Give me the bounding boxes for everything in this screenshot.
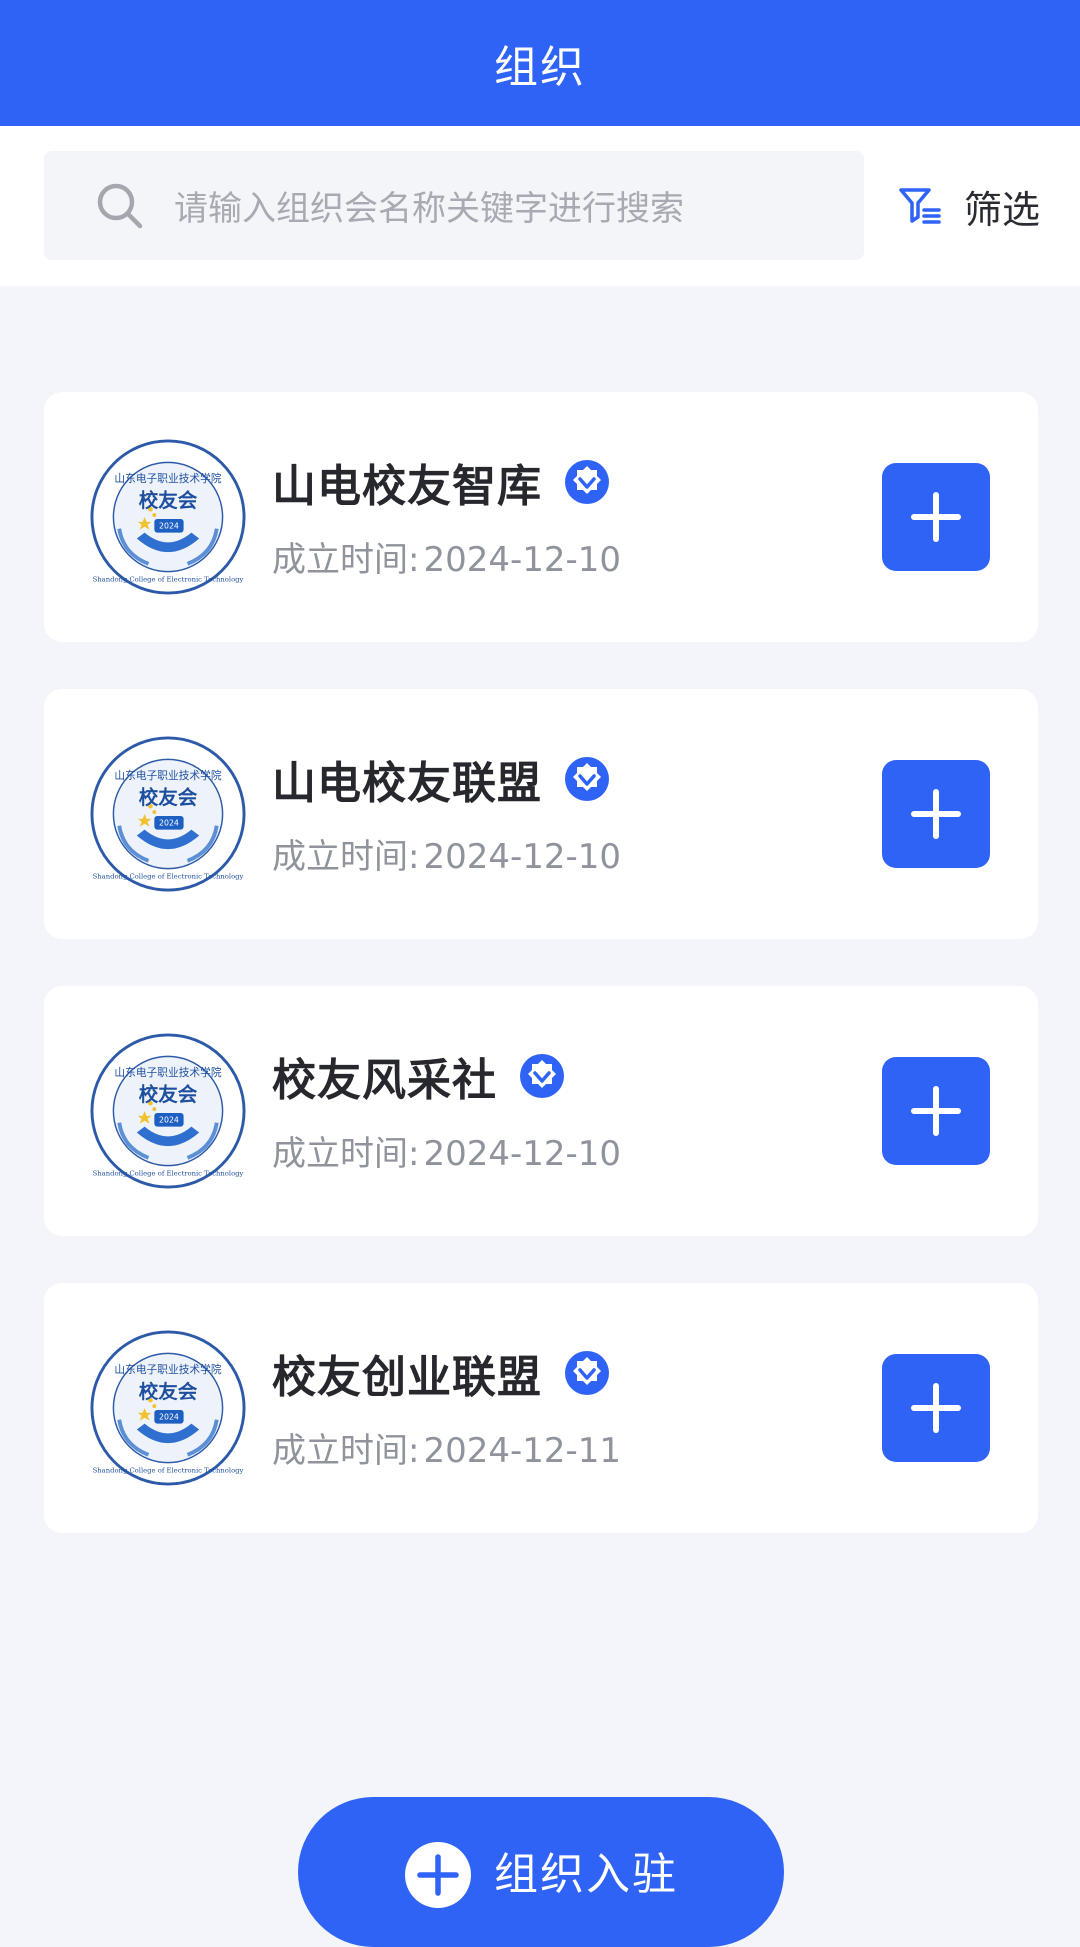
organization-card[interactable]: 山东电子职业技术学院 校友会 2024 Shandong College of … xyxy=(44,689,1038,939)
founded-date-value: 2024-12-11 xyxy=(423,1431,622,1471)
search-bar-area: 请输入组织会名称关键字进行搜索 筛选 xyxy=(0,126,1080,286)
organization-logo: 山东电子职业技术学院 校友会 2024 Shandong College of … xyxy=(90,1330,246,1486)
verified-badge-icon xyxy=(520,1054,564,1098)
organization-name: 山电校友智库 xyxy=(272,461,542,512)
founded-date-label: 成立时间: xyxy=(272,540,420,580)
verified-badge-icon xyxy=(565,1351,609,1395)
verified-badge-icon xyxy=(565,460,609,504)
organization-logo: 山东电子职业技术学院 校友会 2024 Shandong College of … xyxy=(90,736,246,892)
svg-text:山东电子职业技术学院: 山东电子职业技术学院 xyxy=(114,472,221,485)
organization-name: 山电校友联盟 xyxy=(272,758,542,809)
founded-date: 成立时间: 2024-12-11 xyxy=(272,1423,621,1472)
organization-list: 山东电子职业技术学院 校友会 2024 Shandong College of … xyxy=(44,392,1038,1580)
organization-name-row: 校友风采社 xyxy=(272,1044,565,1108)
plus-icon xyxy=(911,789,961,839)
svg-text:2024: 2024 xyxy=(159,819,179,828)
svg-text:Shandong College of Electronic: Shandong College of Electronic Technolog… xyxy=(93,1466,244,1474)
founded-date-label: 成立时间: xyxy=(272,1431,420,1471)
filter-icon xyxy=(898,184,942,228)
search-input[interactable]: 请输入组织会名称关键字进行搜索 xyxy=(44,151,864,260)
plus-icon xyxy=(911,492,961,542)
svg-text:Shandong College of Electronic: Shandong College of Electronic Technolog… xyxy=(93,1169,244,1177)
join-organization-button[interactable] xyxy=(882,760,990,868)
svg-text:校友会: 校友会 xyxy=(139,786,198,809)
top-bar: 组织 xyxy=(0,0,1080,126)
founded-date: 成立时间: 2024-12-10 xyxy=(272,532,621,581)
filter-label: 筛选 xyxy=(964,187,1041,232)
filter-button[interactable]: 筛选 xyxy=(898,176,1040,236)
svg-text:山东电子职业技术学院: 山东电子职业技术学院 xyxy=(114,1066,221,1079)
founded-date-value: 2024-12-10 xyxy=(423,540,622,580)
svg-text:2024: 2024 xyxy=(159,1413,179,1422)
svg-text:校友会: 校友会 xyxy=(139,1380,198,1403)
organization-name: 校友创业联盟 xyxy=(272,1352,542,1403)
plus-icon xyxy=(911,1086,961,1136)
founded-date-label: 成立时间: xyxy=(272,1134,420,1174)
svg-text:校友会: 校友会 xyxy=(139,489,198,512)
organization-card[interactable]: 山东电子职业技术学院 校友会 2024 Shandong College of … xyxy=(44,986,1038,1236)
page-title: 组织 xyxy=(494,42,586,93)
join-organization-button[interactable] xyxy=(882,1057,990,1165)
founded-date-value: 2024-12-10 xyxy=(423,1134,622,1174)
founded-date: 成立时间: 2024-12-10 xyxy=(272,1126,621,1175)
organization-join-label: 组织入驻 xyxy=(494,1849,678,1900)
plus-icon xyxy=(911,1383,961,1433)
founded-date-value: 2024-12-10 xyxy=(423,837,622,877)
organization-card[interactable]: 山东电子职业技术学院 校友会 2024 Shandong College of … xyxy=(44,392,1038,642)
join-organization-button[interactable] xyxy=(882,463,990,571)
search-placeholder: 请输入组织会名称关键字进行搜索 xyxy=(174,189,684,229)
plus-circle-icon xyxy=(405,1842,471,1908)
svg-text:山东电子职业技术学院: 山东电子职业技术学院 xyxy=(114,769,221,782)
founded-date: 成立时间: 2024-12-10 xyxy=(272,829,621,878)
organization-name: 校友风采社 xyxy=(272,1055,497,1106)
svg-text:Shandong College of Electronic: Shandong College of Electronic Technolog… xyxy=(93,872,244,880)
organization-name-row: 山电校友智库 xyxy=(272,450,610,514)
organization-card[interactable]: 山东电子职业技术学院 校友会 2024 Shandong College of … xyxy=(44,1283,1038,1533)
svg-text:2024: 2024 xyxy=(159,522,179,531)
organization-name-row: 山电校友联盟 xyxy=(272,747,610,811)
svg-text:Shandong College of Electronic: Shandong College of Electronic Technolog… xyxy=(93,575,244,583)
organization-join-button[interactable]: 组织入驻 xyxy=(298,1797,784,1947)
svg-text:2024: 2024 xyxy=(159,1116,179,1125)
join-organization-button[interactable] xyxy=(882,1354,990,1462)
search-icon xyxy=(90,176,150,236)
founded-date-label: 成立时间: xyxy=(272,837,420,877)
organization-logo: 山东电子职业技术学院 校友会 2024 Shandong College of … xyxy=(90,439,246,595)
svg-text:校友会: 校友会 xyxy=(139,1083,198,1106)
verified-badge-icon xyxy=(565,757,609,801)
organization-logo: 山东电子职业技术学院 校友会 2024 Shandong College of … xyxy=(90,1033,246,1189)
svg-text:山东电子职业技术学院: 山东电子职业技术学院 xyxy=(114,1363,221,1376)
organization-name-row: 校友创业联盟 xyxy=(272,1341,610,1405)
